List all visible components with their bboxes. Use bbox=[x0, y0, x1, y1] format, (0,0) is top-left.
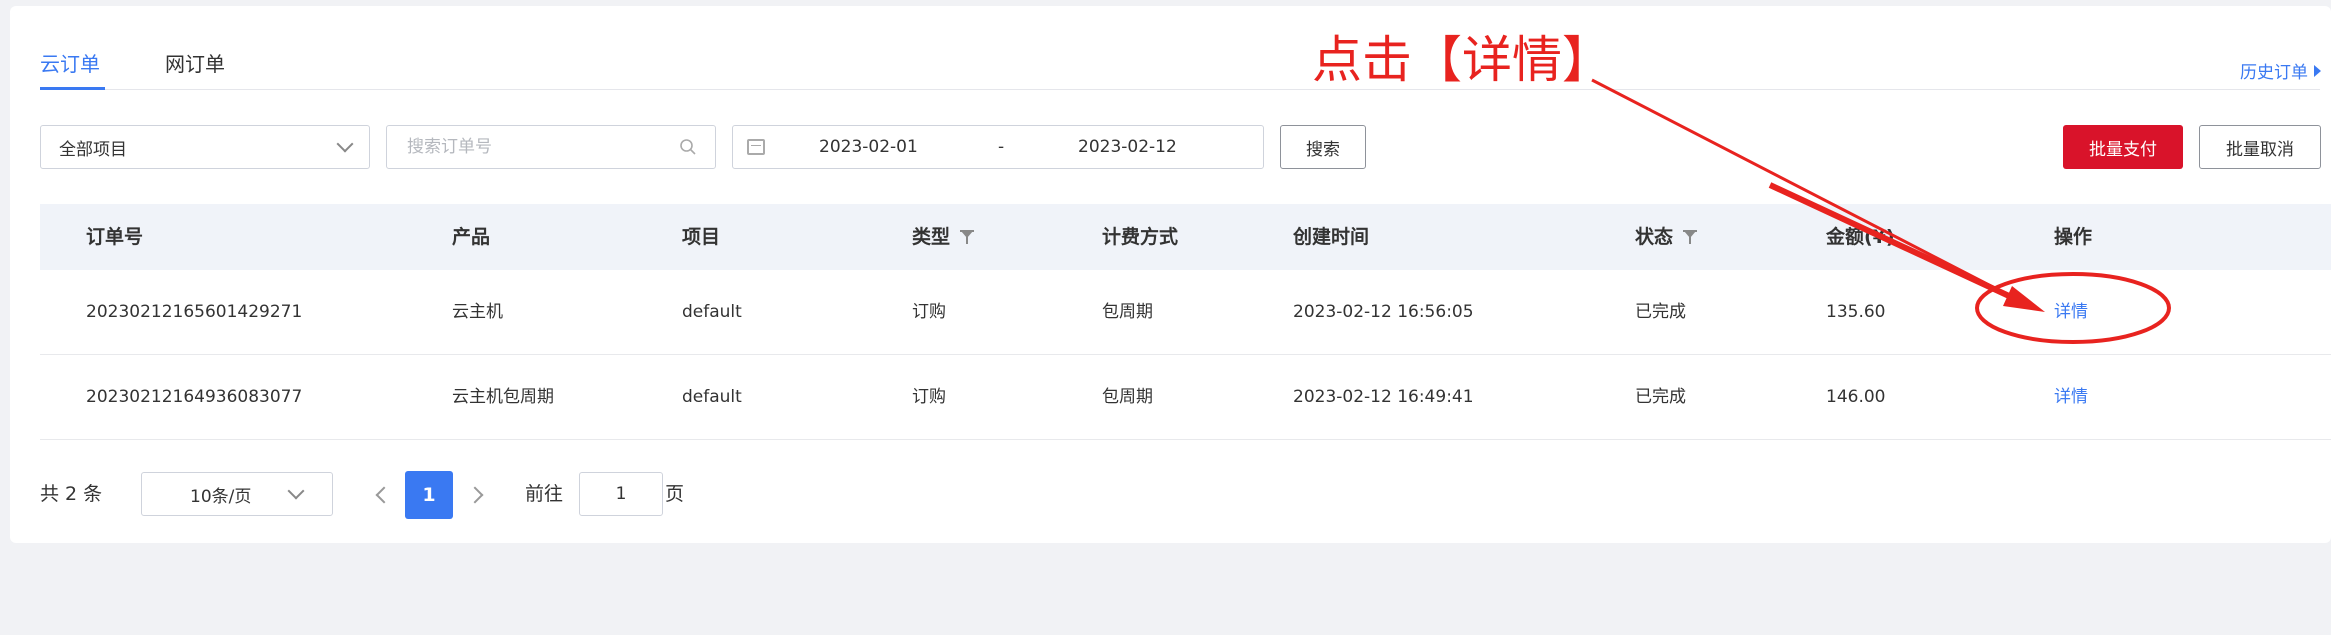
table-row: 20230212165601429271 云主机 default 订购 包周期 … bbox=[40, 270, 2331, 355]
cell-order-no: 20230212165601429271 bbox=[86, 302, 303, 322]
page-1-button[interactable]: 1 bbox=[405, 471, 453, 519]
cell-status: 已完成 bbox=[1635, 387, 1686, 407]
cell-billing: 包周期 bbox=[1102, 302, 1153, 322]
header-project: 项目 bbox=[682, 226, 721, 248]
date-range-picker[interactable]: 2023-02-01 - 2023-02-12 bbox=[732, 125, 1264, 169]
search-icon[interactable] bbox=[679, 138, 697, 156]
page-size-select[interactable]: 10条/页 bbox=[141, 472, 333, 516]
goto-label: 前往 bbox=[525, 483, 564, 505]
header-billing: 计费方式 bbox=[1102, 226, 1179, 248]
active-tab-indicator bbox=[40, 87, 105, 90]
next-page-icon[interactable] bbox=[466, 486, 484, 504]
history-orders-label: 历史订单 bbox=[2240, 63, 2308, 83]
details-link[interactable]: 详情 bbox=[2054, 270, 2088, 354]
cell-created: 2023-02-12 16:56:05 bbox=[1293, 302, 1474, 322]
cell-order-no: 20230212164936083077 bbox=[86, 387, 303, 407]
header-status: 状态 bbox=[1635, 204, 1698, 270]
details-link[interactable]: 详情 bbox=[2054, 355, 2088, 439]
caret-right-icon bbox=[2314, 64, 2321, 77]
cell-product: 云主机包周期 bbox=[452, 387, 554, 407]
tab-cloud-orders[interactable]: 云订单 bbox=[40, 50, 100, 78]
project-select-value: 全部项目 bbox=[59, 139, 127, 160]
filter-icon[interactable] bbox=[1683, 230, 1698, 244]
cell-status: 已完成 bbox=[1635, 302, 1686, 322]
tabs-divider bbox=[40, 89, 2320, 90]
header-created: 创建时间 bbox=[1293, 226, 1370, 248]
cell-created: 2023-02-12 16:49:41 bbox=[1293, 387, 1474, 407]
header-amount: 金额(¥) bbox=[1826, 226, 1895, 248]
history-orders-link[interactable]: 历史订单 bbox=[2240, 58, 2321, 83]
cell-project: default bbox=[682, 302, 742, 322]
cell-billing: 包周期 bbox=[1102, 387, 1153, 407]
table-header: 订单号 产品 项目 类型 计费方式 创建时间 状态 金额(¥) 操作 bbox=[40, 204, 2331, 270]
cell-product: 云主机 bbox=[452, 302, 503, 322]
header-order-no: 订单号 bbox=[86, 226, 144, 248]
tab-network-orders[interactable]: 网订单 bbox=[165, 50, 225, 78]
total-count: 共 2 条 bbox=[40, 483, 103, 505]
date-start[interactable]: 2023-02-01 bbox=[819, 137, 918, 157]
cell-type: 订购 bbox=[912, 302, 946, 322]
order-search-input[interactable] bbox=[405, 136, 659, 158]
batch-cancel-button[interactable]: 批量取消 bbox=[2199, 125, 2321, 169]
search-button[interactable]: 搜索 bbox=[1280, 125, 1366, 169]
cell-amount: 135.60 bbox=[1826, 302, 1886, 322]
goto-page-input[interactable] bbox=[579, 472, 663, 516]
filter-icon[interactable] bbox=[960, 230, 975, 244]
chevron-down-icon bbox=[336, 135, 354, 153]
chevron-down-icon bbox=[287, 482, 305, 500]
cell-project: default bbox=[682, 387, 742, 407]
page-size-value: 10条/页 bbox=[190, 486, 252, 507]
date-end[interactable]: 2023-02-12 bbox=[1078, 137, 1177, 157]
cell-amount: 146.00 bbox=[1826, 387, 1886, 407]
orders-panel: 云订单 网订单 历史订单 全部项目 2023-02-01 - 2023-02-1… bbox=[10, 6, 2331, 543]
prev-page-icon[interactable] bbox=[375, 486, 393, 504]
cell-type: 订购 bbox=[912, 387, 946, 407]
header-actions: 操作 bbox=[2054, 226, 2093, 248]
page-suffix: 页 bbox=[665, 483, 685, 505]
annotation-text: 点击【详情】 bbox=[1312, 31, 1612, 89]
order-search-field[interactable] bbox=[386, 125, 716, 169]
table-row: 20230212164936083077 云主机包周期 default 订购 包… bbox=[40, 355, 2331, 440]
calendar-icon bbox=[747, 139, 765, 155]
project-select[interactable]: 全部项目 bbox=[40, 125, 370, 169]
batch-pay-button[interactable]: 批量支付 bbox=[2063, 125, 2183, 169]
date-separator: - bbox=[998, 137, 1005, 157]
header-product: 产品 bbox=[452, 226, 491, 248]
header-type: 类型 bbox=[912, 204, 975, 270]
